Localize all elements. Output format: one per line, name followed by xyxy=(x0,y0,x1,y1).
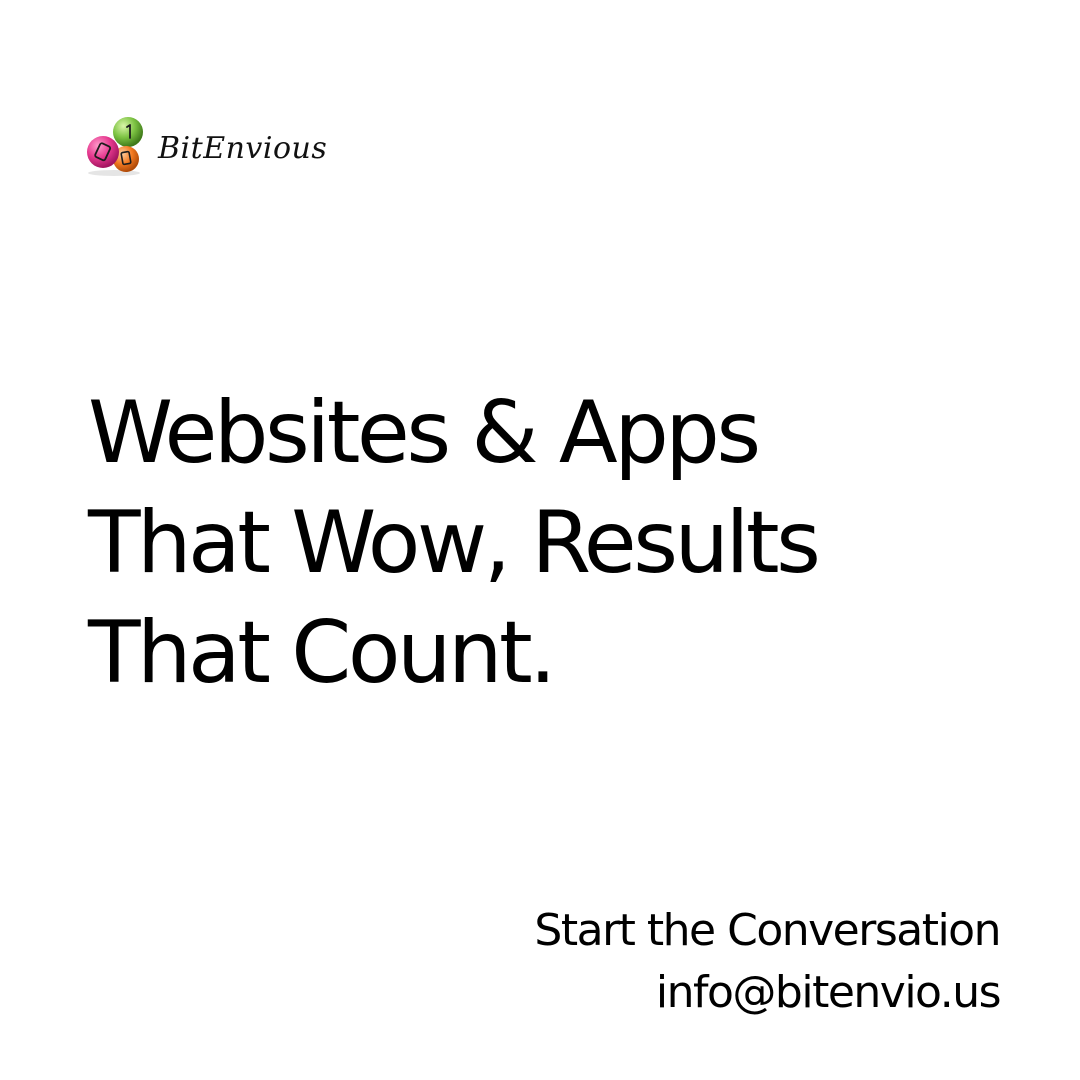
logo-mark: BitEnvious xyxy=(87,117,327,176)
contact-block: Start the Conversation info@bitenvio.us xyxy=(534,900,1002,1024)
logo-wordmark: BitEnvious xyxy=(157,131,327,166)
headline-line-2: That Wow, Results xyxy=(88,493,821,593)
headline-line-3: That Count. xyxy=(88,603,557,703)
brand-logo: BitEnvious xyxy=(86,116,346,180)
pink-ball-icon xyxy=(87,136,119,168)
headline-line-1: Websites & Apps xyxy=(88,383,761,483)
email-link[interactable]: info@bitenvio.us xyxy=(534,962,1002,1024)
green-ball-icon xyxy=(113,117,143,147)
headline: Websites & Apps That Wow, Results That C… xyxy=(88,378,1008,708)
cta-text: Start the Conversation xyxy=(534,905,1001,956)
